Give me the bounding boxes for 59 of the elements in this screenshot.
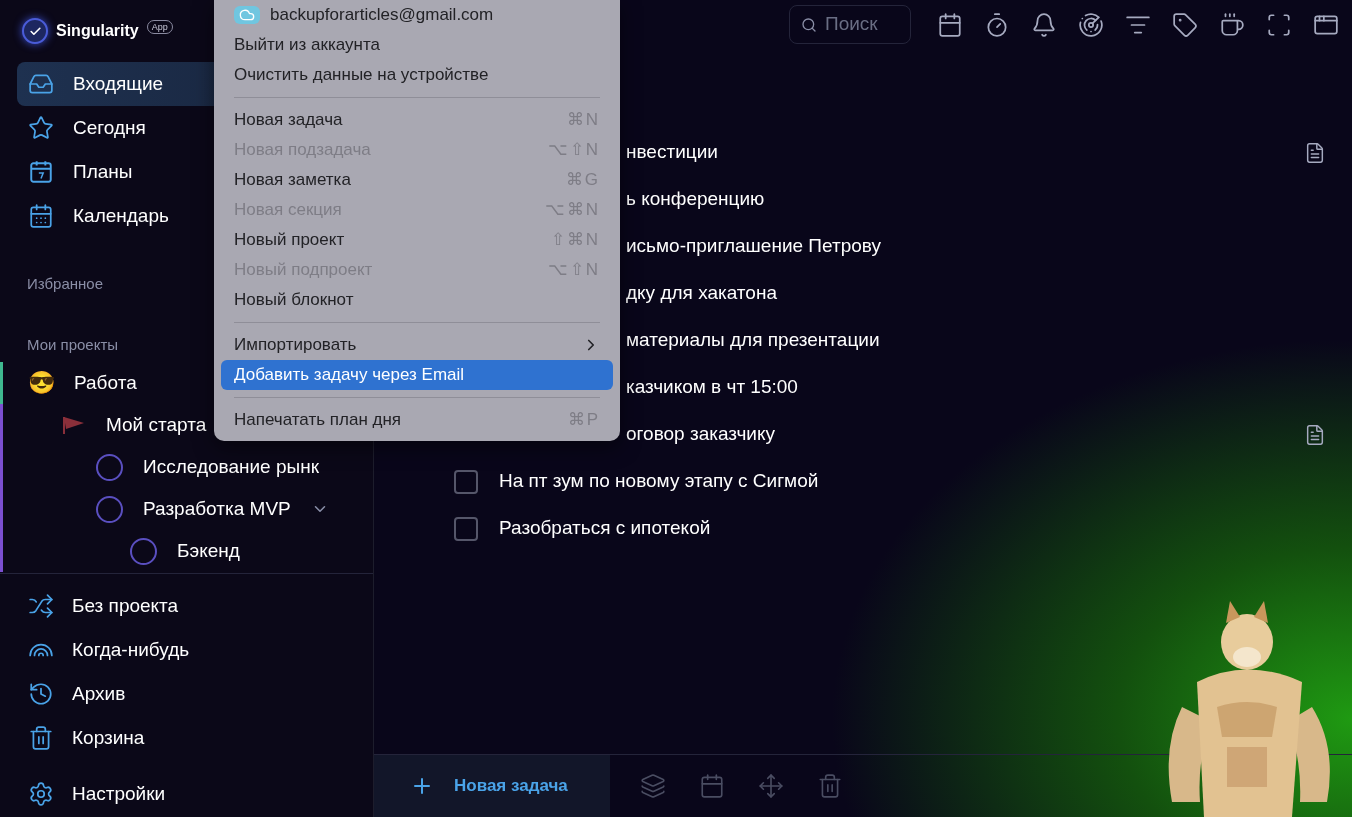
task-checkbox[interactable] bbox=[454, 516, 478, 541]
task-title[interactable]: На пт зум по новому этапу с Сигмой bbox=[499, 467, 1326, 496]
menu-item-label: Напечатать план дня bbox=[234, 409, 401, 432]
calendar-icon bbox=[28, 203, 54, 229]
inbox-icon bbox=[28, 71, 54, 97]
menu-item[interactable]: Добавить задачу через Email bbox=[221, 360, 613, 390]
menu-item[interactable]: Импортировать bbox=[221, 330, 613, 360]
radar-icon[interactable] bbox=[1078, 11, 1104, 38]
task-title[interactable]: ь конференцию bbox=[626, 185, 1326, 214]
search-input[interactable]: Поиск bbox=[825, 10, 895, 39]
history-icon bbox=[28, 681, 54, 707]
task-title[interactable]: нвестиции bbox=[626, 138, 1304, 167]
menu-item-label: Новый блокнот bbox=[234, 289, 354, 312]
nav-item[interactable]: Без проекта bbox=[28, 584, 345, 628]
app-logo-icon bbox=[22, 18, 48, 44]
flag-icon bbox=[62, 415, 86, 435]
star-icon bbox=[28, 115, 54, 141]
task-checkbox[interactable] bbox=[454, 469, 478, 494]
task-title[interactable]: казчиком в чт 15:00 bbox=[626, 373, 1326, 402]
search-icon bbox=[801, 16, 817, 33]
project-item[interactable]: Исследование рынк bbox=[143, 452, 319, 482]
task-title[interactable]: материалы для презентации bbox=[626, 326, 1326, 355]
cloud-icon bbox=[234, 6, 260, 24]
project-item[interactable]: Мой старта bbox=[106, 410, 207, 440]
tag-icon[interactable] bbox=[1172, 11, 1198, 38]
nav-item[interactable]: Когда-нибудь bbox=[28, 628, 345, 672]
task-title[interactable]: исьмо-приглашение Петрову bbox=[626, 232, 1326, 261]
calendar-icon bbox=[28, 159, 54, 185]
calendar-icon[interactable] bbox=[937, 11, 963, 38]
task-title[interactable]: дку для хакатона bbox=[626, 279, 1326, 308]
cup-icon[interactable] bbox=[1219, 11, 1245, 38]
menu-item-label: Новая заметка bbox=[234, 169, 351, 192]
project-item[interactable]: Бэкенд bbox=[177, 536, 240, 566]
account-email: backupforarticles@gmail.com bbox=[270, 4, 494, 27]
section-header: Избранное bbox=[27, 274, 104, 294]
project-item[interactable]: Разработка MVP bbox=[143, 494, 291, 524]
nav-item[interactable]: Архив bbox=[28, 672, 345, 716]
settings-item[interactable]: Настройки bbox=[0, 772, 373, 816]
task-title[interactable]: Разобраться с ипотекой bbox=[499, 514, 1326, 543]
shuffle-icon bbox=[28, 593, 54, 619]
menu-item-label: Новый проект bbox=[234, 229, 345, 252]
new-task-button[interactable]: Новая задача bbox=[374, 755, 610, 817]
menu-item-label: Новая задача bbox=[234, 109, 343, 132]
project-item[interactable]: Работа bbox=[74, 368, 137, 398]
sunglasses-emoji-icon: 😎 bbox=[28, 372, 54, 394]
menu-item-label: Выйти из аккаунта bbox=[234, 34, 380, 57]
menu-item[interactable]: Новый блокнот bbox=[221, 285, 613, 315]
nav-item[interactable]: Корзина bbox=[28, 716, 345, 760]
menu-item-label: Добавить задачу через Email bbox=[234, 364, 465, 387]
bell-icon[interactable] bbox=[1031, 11, 1057, 38]
menu-item-label: Импортировать bbox=[234, 334, 357, 357]
menu-item[interactable]: Выйти из аккаунта bbox=[221, 30, 613, 60]
app-name: Singularity bbox=[56, 21, 139, 41]
task-title[interactable]: оговор заказчику bbox=[626, 420, 1304, 449]
trash-icon bbox=[28, 725, 54, 751]
settings-icon bbox=[28, 781, 54, 807]
search-field[interactable]: Поиск bbox=[789, 5, 911, 44]
section-header: Мои проекты bbox=[27, 334, 119, 355]
scan-icon[interactable] bbox=[1266, 11, 1292, 38]
